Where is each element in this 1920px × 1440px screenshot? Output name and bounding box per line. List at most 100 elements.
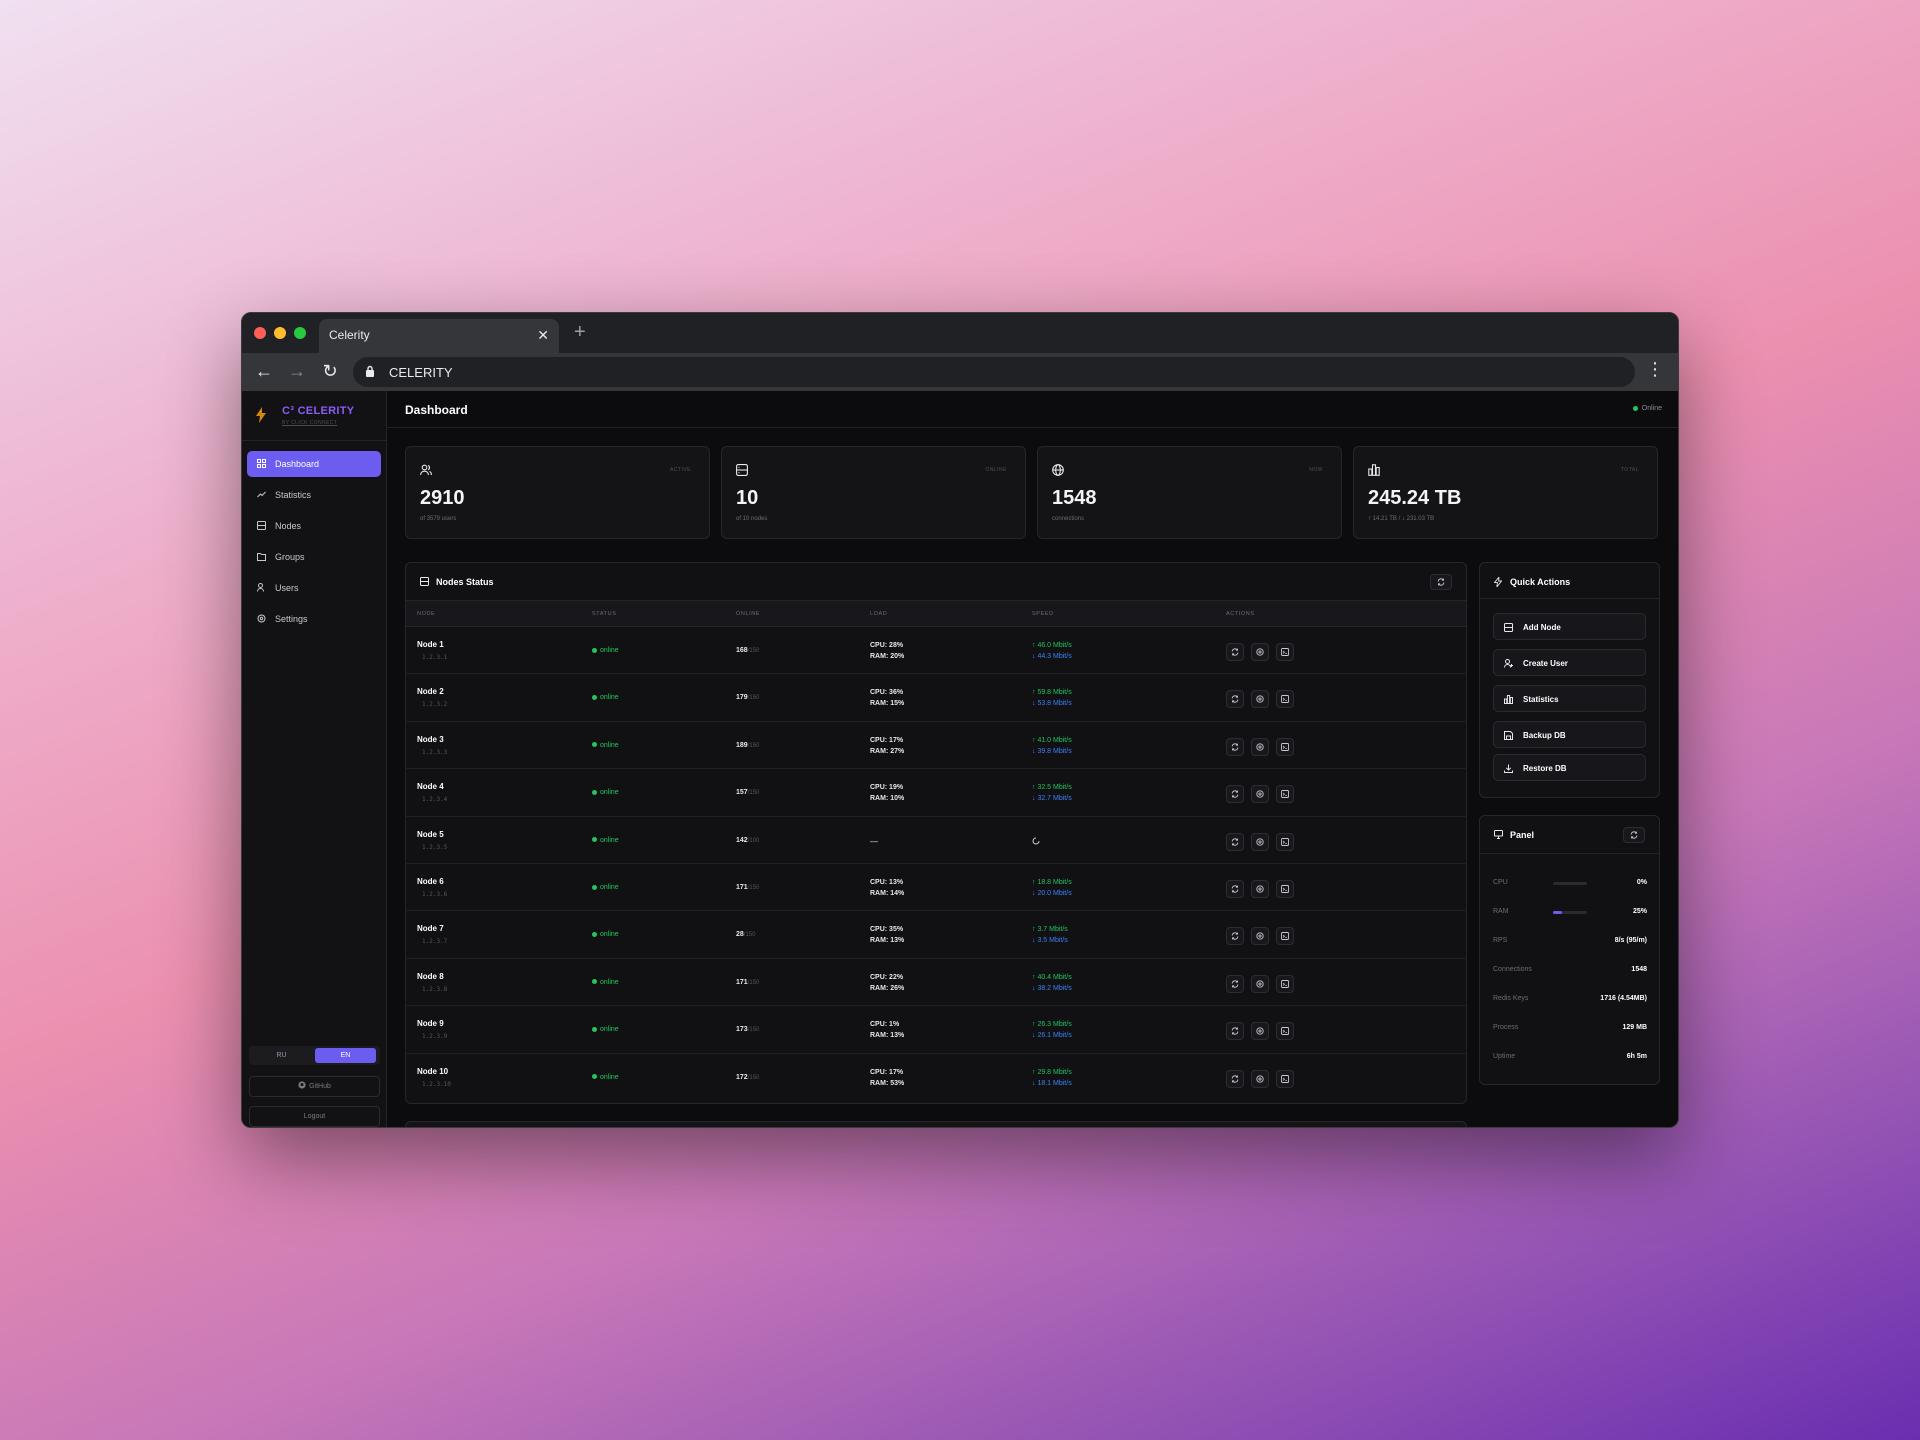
restart-icon xyxy=(1231,885,1239,893)
restart-node-button[interactable] xyxy=(1226,737,1244,756)
loading-spinner-icon xyxy=(1032,837,1040,845)
restart-icon xyxy=(1231,837,1239,846)
github-link[interactable]: GitHub xyxy=(249,1076,380,1097)
brand-subtitle[interactable]: BY CLICK CONNECT xyxy=(282,420,337,426)
node-settings-button[interactable] xyxy=(1251,1022,1269,1041)
node-name[interactable]: Node 1 xyxy=(417,640,444,649)
sidebar-item-users[interactable]: Users xyxy=(247,575,381,601)
restart-node-button[interactable] xyxy=(1226,927,1244,946)
panel-refresh-button[interactable] xyxy=(1623,827,1645,843)
node-terminal-button[interactable] xyxy=(1276,832,1294,851)
node-terminal-button[interactable] xyxy=(1276,879,1294,898)
node-settings-button[interactable] xyxy=(1251,927,1269,946)
table-row: Node 8 1.2.3.8 online 171/150 CPU: 22% RAM: 2… xyxy=(406,959,1466,1007)
online-dot xyxy=(592,742,597,748)
sidebar-item-nodes[interactable]: Nodes xyxy=(247,513,381,539)
online-count: 157 xyxy=(736,789,748,797)
table-row: Node 4 1.2.3.4 online 157/150 CPU: 19% RAM: 1… xyxy=(406,769,1466,817)
tab-close-icon[interactable]: ✕ xyxy=(537,327,549,344)
node-terminal-button[interactable] xyxy=(1276,785,1294,804)
node-name[interactable]: Node 10 xyxy=(417,1067,448,1076)
node-settings-button[interactable] xyxy=(1251,879,1269,898)
sidebar-item-dashboard[interactable]: Dashboard xyxy=(247,451,381,477)
restore-db-button[interactable]: Restore DB xyxy=(1493,754,1646,781)
node-settings-button[interactable] xyxy=(1251,737,1269,756)
traffic-up: 14.21 TB xyxy=(1372,516,1397,522)
online-count: 171 xyxy=(736,978,748,986)
node-terminal-button[interactable] xyxy=(1276,690,1294,709)
quick-actions-header: Quick Actions xyxy=(1480,563,1659,599)
node-download-speed: ↓ 26.1 Mbit/s xyxy=(1032,1032,1072,1039)
nodes-refresh-button[interactable] xyxy=(1430,574,1452,590)
restart-node-button[interactable] xyxy=(1226,879,1244,898)
node-terminal-button[interactable] xyxy=(1276,927,1294,946)
browser-tab[interactable]: Celerity ✕ xyxy=(319,319,559,353)
browser-toolbar: ← → ↻ CELERITY ⋮ xyxy=(242,353,1678,391)
statistics-button[interactable]: Statistics xyxy=(1493,685,1646,712)
node-name[interactable]: Node 7 xyxy=(417,924,444,933)
online-dot xyxy=(592,979,597,985)
restart-icon xyxy=(1231,648,1239,656)
status-text: online xyxy=(600,883,619,891)
online-count: 171 xyxy=(736,883,748,891)
sidebar-item-groups[interactable]: Groups xyxy=(247,544,381,570)
node-terminal-button[interactable] xyxy=(1276,643,1294,661)
column-header: LOAD xyxy=(870,611,888,617)
node-name[interactable]: Node 3 xyxy=(417,735,444,744)
minimize-window-button[interactable] xyxy=(274,327,286,339)
status-text: online xyxy=(600,931,619,939)
node-cpu: CPU: 17% xyxy=(870,736,904,744)
address-bar[interactable]: CELERITY xyxy=(353,357,1635,387)
node-name[interactable]: Node 9 xyxy=(417,1019,444,1028)
forward-arrow-icon[interactable]: → xyxy=(285,359,309,383)
node-settings-button[interactable] xyxy=(1251,785,1269,804)
restart-icon xyxy=(1231,932,1239,940)
sidebar-item-settings[interactable]: Settings xyxy=(247,606,381,632)
node-name[interactable]: Node 4 xyxy=(417,782,444,791)
node-name[interactable]: Node 6 xyxy=(417,877,444,886)
lang-ru-button[interactable]: RU xyxy=(251,1048,312,1063)
browser-menu-icon[interactable]: ⋮ xyxy=(1646,359,1664,380)
restart-node-button[interactable] xyxy=(1226,832,1244,851)
node-name[interactable]: Node 8 xyxy=(417,972,444,981)
new-tab-icon[interactable]: + xyxy=(574,321,586,344)
users-icon xyxy=(420,464,432,476)
node-settings-button[interactable] xyxy=(1251,643,1269,661)
node-ram: RAM: 13% xyxy=(870,1032,905,1040)
table-row: Node 9 1.2.3.9 online 173/150 CPU: 1% RAM: 13… xyxy=(406,1006,1466,1054)
create-user-button[interactable]: Create User xyxy=(1493,649,1646,676)
upload-value: 41.0 Mbit/s xyxy=(1037,736,1072,744)
node-name[interactable]: Node 5 xyxy=(417,830,444,839)
lang-en-button[interactable]: EN xyxy=(315,1048,376,1063)
node-terminal-button[interactable] xyxy=(1276,1022,1294,1041)
maximize-window-button[interactable] xyxy=(294,327,306,339)
node-name[interactable]: Node 2 xyxy=(417,687,444,696)
close-window-button[interactable] xyxy=(254,327,266,339)
bolt-icon xyxy=(256,407,266,423)
node-terminal-button[interactable] xyxy=(1276,737,1294,756)
online-count: 172 xyxy=(736,1073,748,1081)
node-terminal-button[interactable] xyxy=(1276,974,1294,993)
node-settings-button[interactable] xyxy=(1251,690,1269,709)
back-arrow-icon[interactable]: ← xyxy=(252,359,276,383)
stat-subtitle: connections xyxy=(1052,516,1085,522)
upload-value: 26.3 Mbit/s xyxy=(1037,1021,1072,1029)
node-terminal-button[interactable] xyxy=(1276,1069,1294,1088)
add-node-button[interactable]: Add Node xyxy=(1493,613,1646,640)
restart-node-button[interactable] xyxy=(1226,643,1244,661)
backup-db-button[interactable]: Backup DB xyxy=(1493,721,1646,748)
node-settings-button[interactable] xyxy=(1251,974,1269,993)
metric-value: 25% xyxy=(1632,908,1647,915)
node-settings-button[interactable] xyxy=(1251,832,1269,851)
sidebar-item-statistics[interactable]: Statistics xyxy=(247,482,381,508)
restart-node-button[interactable] xyxy=(1226,690,1244,709)
reload-icon[interactable]: ↻ xyxy=(318,359,342,383)
logout-button[interactable]: Logout xyxy=(249,1106,380,1127)
restart-node-button[interactable] xyxy=(1226,1022,1244,1041)
status-text: online xyxy=(600,741,619,749)
online-max: /150 xyxy=(747,790,760,797)
restart-node-button[interactable] xyxy=(1226,785,1244,804)
restart-node-button[interactable] xyxy=(1226,974,1244,993)
node-settings-button[interactable] xyxy=(1251,1069,1269,1088)
restart-node-button[interactable] xyxy=(1226,1069,1244,1088)
